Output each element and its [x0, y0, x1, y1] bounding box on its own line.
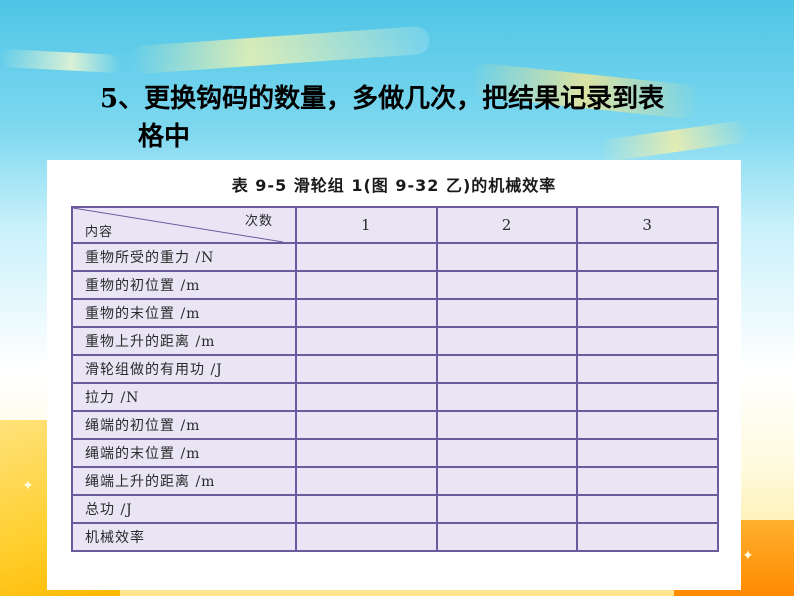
table-cell[interactable] — [576, 326, 719, 356]
row-label: 机械效率 — [71, 522, 297, 552]
row-label: 滑轮组做的有用功 /J — [71, 354, 297, 384]
row-label: 绳端上升的距离 /m — [71, 466, 297, 496]
table-cell[interactable] — [435, 438, 579, 468]
table-row: 机械效率 — [71, 522, 719, 552]
table-cell[interactable] — [295, 466, 438, 496]
table-cell[interactable] — [435, 494, 579, 524]
row-label: 重物上升的距离 /m — [71, 326, 297, 356]
heading-line-2: 格中 — [138, 122, 191, 152]
table-cell[interactable] — [295, 242, 438, 272]
heading-line-1: 5、更换钩码的数量，多做几次，把结果记录到表 — [100, 84, 665, 114]
table-cell[interactable] — [576, 494, 719, 524]
table-cell[interactable] — [295, 494, 438, 524]
table-row: 重物上升的距离 /m — [71, 326, 719, 356]
decorative-streak — [129, 25, 431, 75]
row-label: 绳端的初位置 /m — [71, 410, 297, 440]
table-cell[interactable] — [295, 270, 438, 300]
header-diagonal-cell: 次数 内容 — [71, 206, 297, 244]
table-cell[interactable] — [576, 270, 719, 300]
table-cell[interactable] — [435, 466, 579, 496]
row-label: 绳端的末位置 /m — [71, 438, 297, 468]
header-label-content: 内容 — [85, 225, 114, 240]
table-header-row: 次数 内容 1 2 3 — [71, 206, 719, 244]
table-cell[interactable] — [435, 354, 579, 384]
slide: ✦ ✦ 5、更换钩码的数量，多做几次，把结果记录到表 格中 表 9-5 滑轮组 … — [0, 0, 794, 596]
table-cell[interactable] — [576, 298, 719, 328]
table-cell[interactable] — [435, 326, 579, 356]
table-panel: 表 9-5 滑轮组 1(图 9-32 乙)的机械效率 次数 内容 1 2 3 重… — [47, 160, 741, 590]
table-row: 滑轮组做的有用功 /J — [71, 354, 719, 384]
table-cell[interactable] — [295, 382, 438, 412]
table-cell[interactable] — [576, 522, 719, 552]
data-table: 次数 内容 1 2 3 重物所受的重力 /N 重物的初位置 /m 重物的末位置 … — [71, 206, 719, 552]
table-cell[interactable] — [576, 466, 719, 496]
column-header-1: 1 — [295, 206, 438, 244]
table-row: 绳端的初位置 /m — [71, 410, 719, 440]
table-cell[interactable] — [435, 382, 579, 412]
table-cell[interactable] — [576, 354, 719, 384]
table-cell[interactable] — [435, 298, 579, 328]
row-label: 重物的末位置 /m — [71, 298, 297, 328]
table-caption: 表 9-5 滑轮组 1(图 9-32 乙)的机械效率 — [231, 176, 557, 195]
row-label: 总功 /J — [71, 494, 297, 524]
column-header-3: 3 — [576, 206, 719, 244]
decorative-streak — [0, 48, 121, 74]
table-cell[interactable] — [435, 410, 579, 440]
instruction-heading: 5、更换钩码的数量，多做几次，把结果记录到表 格中 — [100, 80, 700, 156]
table-cell[interactable] — [295, 298, 438, 328]
table-row: 重物所受的重力 /N — [71, 242, 719, 272]
table-row: 绳端上升的距离 /m — [71, 466, 719, 496]
column-header-2: 2 — [435, 206, 579, 244]
table-row: 绳端的末位置 /m — [71, 438, 719, 468]
table-cell[interactable] — [576, 382, 719, 412]
table-cell[interactable] — [295, 326, 438, 356]
table-cell[interactable] — [576, 438, 719, 468]
table-row: 拉力 /N — [71, 382, 719, 412]
table-cell[interactable] — [295, 410, 438, 440]
table-cell[interactable] — [576, 410, 719, 440]
table-cell[interactable] — [576, 242, 719, 272]
header-label-times: 次数 — [244, 214, 273, 229]
table-row: 重物的末位置 /m — [71, 298, 719, 328]
table-cell[interactable] — [435, 270, 579, 300]
table-cell[interactable] — [295, 354, 438, 384]
sparkle-icon: ✦ — [742, 548, 754, 564]
table-row: 重物的初位置 /m — [71, 270, 719, 300]
table-cell[interactable] — [295, 522, 438, 552]
table-cell[interactable] — [295, 438, 438, 468]
row-label: 重物所受的重力 /N — [71, 242, 297, 272]
table-row: 总功 /J — [71, 494, 719, 524]
table-cell[interactable] — [435, 522, 579, 552]
row-label: 拉力 /N — [71, 382, 297, 412]
row-label: 重物的初位置 /m — [71, 270, 297, 300]
table-cell[interactable] — [435, 242, 579, 272]
sparkle-icon: ✦ — [22, 478, 34, 494]
